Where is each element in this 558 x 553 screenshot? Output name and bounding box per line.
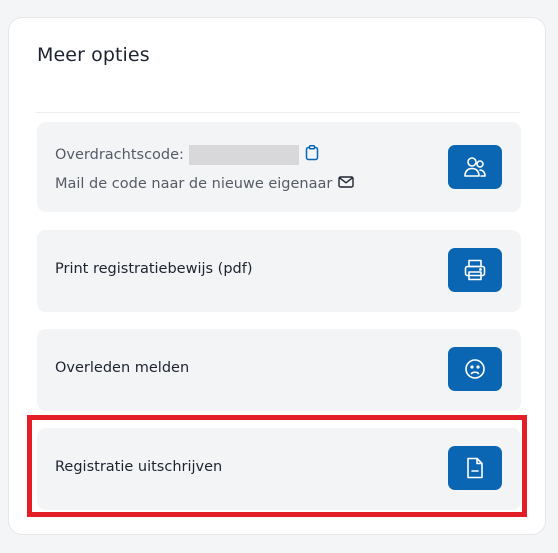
report-deceased-row: Overleden melden bbox=[37, 329, 521, 411]
document-minus-icon bbox=[464, 456, 486, 480]
transfer-ownership-button[interactable] bbox=[448, 145, 502, 189]
transfer-code-value-redacted bbox=[188, 145, 299, 165]
print-certificate-label: Print registratiebewijs (pdf) bbox=[55, 261, 253, 277]
report-deceased-label: Overleden melden bbox=[55, 360, 190, 376]
more-options-card: Meer opties Overdrachtscode: Mail de cod… bbox=[8, 17, 546, 535]
transfer-code-row: Overdrachtscode: Mail de code naar de ni… bbox=[37, 122, 521, 212]
envelope-icon[interactable] bbox=[338, 176, 355, 192]
printer-icon bbox=[463, 258, 487, 282]
deregister-row: Registratie uitschrijven bbox=[37, 428, 521, 510]
users-icon bbox=[463, 156, 487, 178]
transfer-code-line: Overdrachtscode: bbox=[55, 145, 319, 165]
print-certificate-button[interactable] bbox=[448, 248, 502, 292]
transfer-code-label: Overdrachtscode: bbox=[55, 147, 184, 163]
mail-code-label[interactable]: Mail de code naar de nieuwe eigenaar bbox=[55, 176, 332, 192]
deregister-label: Registratie uitschrijven bbox=[55, 459, 223, 475]
print-certificate-row: Print registratiebewijs (pdf) bbox=[37, 230, 521, 312]
report-deceased-button[interactable] bbox=[448, 347, 502, 391]
clipboard-icon[interactable] bbox=[305, 145, 319, 165]
mail-code-link[interactable]: Mail de code naar de nieuwe eigenaar bbox=[55, 176, 355, 192]
divider bbox=[36, 112, 520, 113]
sad-face-icon bbox=[463, 357, 487, 381]
card-title: Meer opties bbox=[37, 44, 150, 66]
deregister-button[interactable] bbox=[448, 446, 502, 490]
